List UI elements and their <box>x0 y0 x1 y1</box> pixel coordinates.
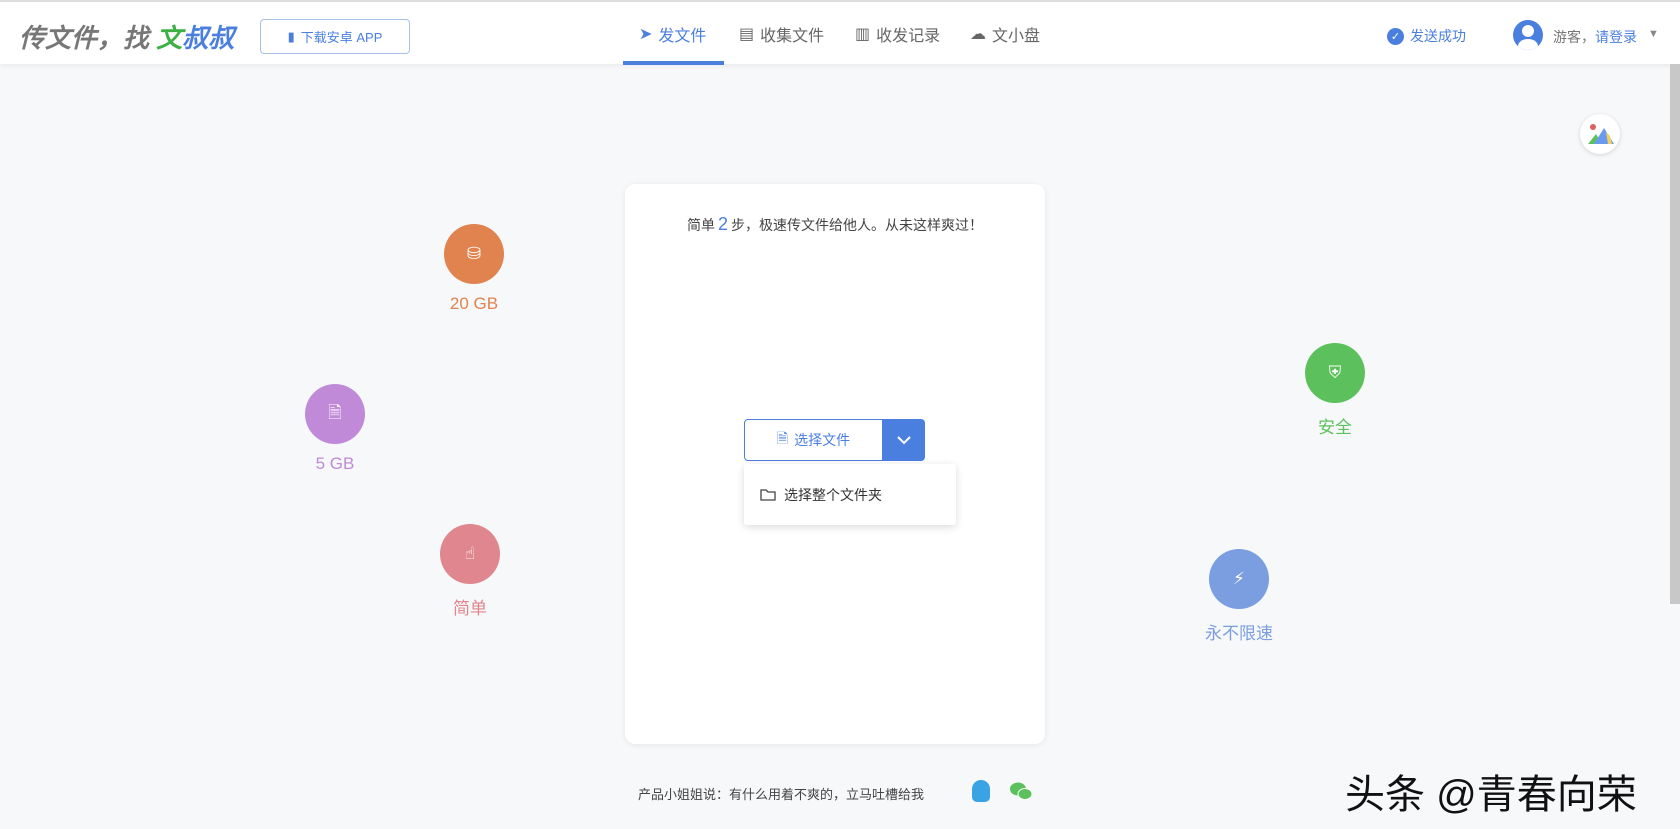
feature-label: 永不限速 <box>1205 624 1273 643</box>
feedback-text: 产品小姐姐说：有什么用着不爽的，立马吐槽给我 <box>638 787 925 802</box>
tab-send-file[interactable]: ➤ 发文件 <box>639 2 706 66</box>
select-dropdown-toggle[interactable] <box>883 419 925 461</box>
wechat-icon[interactable] <box>1010 781 1032 801</box>
feature-secure: ⛨ 安全 <box>1275 343 1395 438</box>
logo-text: 文 <box>156 23 183 53</box>
guest-label: 游客， <box>1553 29 1595 45</box>
select-file-button[interactable]: 🗎 选择文件 <box>744 419 883 461</box>
feature-unlimited-speed: ⚡ 永不限速 <box>1179 549 1299 644</box>
shield-check-icon: ⛨ <box>1305 343 1365 403</box>
qq-icon[interactable] <box>972 780 990 802</box>
tab-label: 收发记录 <box>876 28 941 45</box>
tab-label: 发文件 <box>658 28 707 45</box>
download-label: 下载安卓 APP <box>300 30 383 45</box>
scrollbar[interactable] <box>1670 64 1680 604</box>
tip-text: 步，极速传文件给他人。从未这样爽过！ <box>731 217 983 233</box>
document-icon: 🗎 <box>305 384 365 444</box>
feature-5gb: 🗎 5 GB <box>275 384 395 474</box>
tab-collect-files[interactable]: ▤ 收集文件 <box>739 2 824 66</box>
folder-icon <box>760 489 776 501</box>
cloud-icon: ☁ <box>970 26 986 43</box>
feature-label: 5 GB <box>315 454 355 473</box>
paper-plane-icon: ➤ <box>639 26 653 43</box>
lightning-icon: ⚡ <box>1209 549 1269 609</box>
select-file-label: 选择文件 <box>794 432 851 448</box>
menu-item-label: 选择整个文件夹 <box>784 486 882 503</box>
check-circle-icon: ✓ <box>1387 27 1404 45</box>
feature-label: 简单 <box>453 599 487 618</box>
steps-tip: 简单 2 步，极速传文件给他人。从未这样爽过！ <box>625 214 1045 235</box>
download-android-app-button[interactable]: ▮ 下载安卓 APP <box>260 19 410 54</box>
select-folder-menu-item[interactable]: 选择整个文件夹 <box>744 464 956 525</box>
chevron-down-icon <box>897 436 911 445</box>
avatar[interactable] <box>1513 20 1543 50</box>
tab-cloud-disk[interactable]: ☁ 文小盘 <box>970 2 1040 66</box>
upload-card: 简单 2 步，极速传文件给他人。从未这样爽过！ 🗎 选择文件 选择整个文件夹 <box>625 184 1045 744</box>
feature-label: 20 GB <box>449 294 499 313</box>
login-link[interactable]: 请登录 <box>1595 29 1637 45</box>
caret-down-icon[interactable]: ▼ <box>1648 28 1659 40</box>
feature-simple: ☝ 简单 <box>410 524 530 619</box>
android-icon: ▮ <box>287 28 295 44</box>
top-header: 传文件，找 文叔叔 ▮ 下载安卓 APP ➤ 发文件 ▤ 收集文件 ▥ 收发记录 ☁ 文小… <box>0 0 1680 66</box>
tab-history[interactable]: ▥ 收发记录 <box>855 2 940 66</box>
active-tab-indicator <box>623 61 724 65</box>
logo-text: 传文件，找 <box>19 23 157 53</box>
tip-text: 简单 <box>686 217 715 233</box>
status-label: 发送成功 <box>1410 28 1466 44</box>
watermark: 头条 @青春向荣 <box>1345 773 1637 817</box>
image-icon <box>1588 124 1614 144</box>
send-success-link[interactable]: ✓ 发送成功 <box>1387 26 1466 46</box>
background-image-button[interactable] <box>1580 114 1620 154</box>
hand-pointer-icon: ☝ <box>440 524 500 584</box>
logo[interactable]: 传文件，找 文叔叔 <box>19 18 234 55</box>
database-icon: ⛁ <box>444 224 504 284</box>
file-icon: 🗎 <box>776 430 789 446</box>
logo-text: 叔叔 <box>182 23 235 53</box>
tab-label: 文小盘 <box>992 28 1041 45</box>
tip-number: 2 <box>717 214 728 234</box>
tab-label: 收集文件 <box>760 28 825 45</box>
collect-icon: ▤ <box>739 26 755 43</box>
feature-20gb: ⛁ 20 GB <box>414 224 534 314</box>
user-menu[interactable]: 游客，请登录 <box>1553 27 1637 47</box>
feature-label: 安全 <box>1318 418 1352 437</box>
document-icon: ▥ <box>855 26 871 43</box>
